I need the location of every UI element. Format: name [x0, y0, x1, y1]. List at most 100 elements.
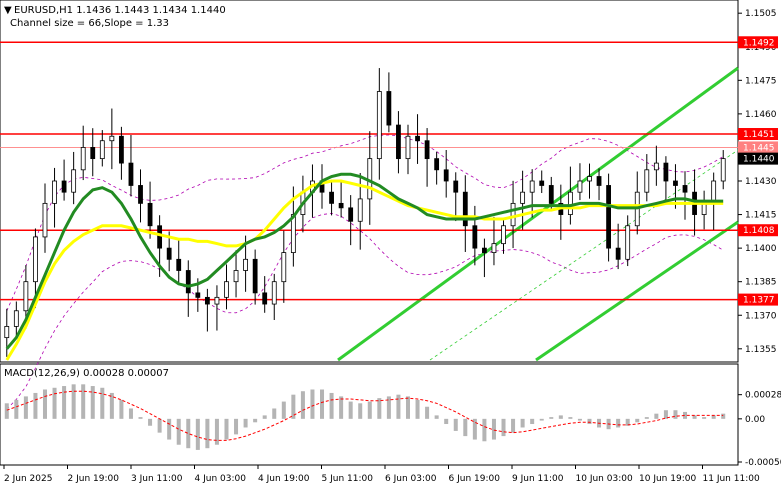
macd-bar [377, 398, 382, 419]
candle-body [443, 169, 449, 182]
candle-body [682, 185, 688, 193]
macd-bar [434, 415, 439, 419]
macd-bar [501, 418, 506, 437]
x-tick-label: 3 Jun 11:00 [131, 474, 183, 484]
macd-bar [128, 408, 133, 419]
macd-tick-label: 0.00 [745, 415, 765, 425]
candle-body [128, 162, 134, 186]
macd-bar [577, 418, 582, 421]
macd-bar [549, 417, 554, 419]
y-tick-label: 1.1475 [745, 76, 777, 86]
macd-bar [405, 396, 410, 419]
x-tick-label: 11 Jun 11:00 [703, 474, 760, 484]
macd-bar [176, 418, 181, 445]
candle-body [166, 247, 172, 260]
level-price-label: 1.1377 [743, 296, 775, 306]
candle-body [529, 180, 535, 193]
macd-bar [463, 418, 468, 437]
macd-bar [444, 418, 449, 425]
macd-bar [568, 417, 573, 419]
candle-body [453, 180, 459, 193]
macd-bar [320, 389, 325, 419]
candle-body [185, 270, 191, 294]
candle-body [243, 258, 248, 271]
candle-body [701, 202, 707, 215]
candle-body [33, 236, 38, 283]
candle-body [157, 225, 163, 249]
macd-bar [205, 418, 210, 449]
candle-body [596, 176, 602, 186]
price-axis: 1.15051.14901.14751.14601.14301.14151.14… [738, 9, 778, 355]
y-tick-label: 1.1430 [745, 177, 777, 187]
macd-bar [4, 403, 9, 419]
macd-bar [453, 418, 458, 431]
candle-body [625, 225, 631, 260]
candle-body [415, 135, 420, 142]
macd-bar [558, 415, 563, 419]
candle-body [4, 326, 10, 339]
x-tick-label: 6 Jun 03:00 [385, 474, 437, 484]
symbol-header: EURUSD,H1 1.1436 1.1443 1.1434 1.1440 [14, 5, 226, 16]
x-tick-label: 2 Jun 19:00 [68, 474, 120, 484]
candle-body [147, 202, 153, 227]
macd-bar [90, 386, 95, 419]
candle-body [176, 258, 182, 271]
chart-canvas: 1.15051.14901.14751.14601.14301.14151.14… [0, 0, 781, 484]
candle-body [615, 247, 621, 260]
candle-body [119, 135, 124, 164]
candle-body [42, 202, 48, 238]
macd-bar [100, 387, 105, 419]
candle-body [376, 91, 382, 160]
candle-body [386, 91, 392, 126]
macd-label: MACD(12,26,9) 0.00028 0.00007 [4, 368, 169, 379]
y-tick-label: 1.1505 [745, 9, 777, 19]
candle-body [204, 296, 210, 305]
candle-body [224, 281, 229, 298]
candle-body [577, 180, 583, 193]
candle-body [290, 214, 296, 253]
macd-bar [23, 396, 28, 419]
macd-bar [472, 418, 477, 440]
macd-bar [367, 401, 372, 419]
macd-tick-label: 0.00028 [745, 391, 781, 401]
candle-body [23, 281, 29, 312]
macd-bar [243, 418, 248, 428]
macd-bar [157, 418, 162, 433]
candle-body [52, 180, 57, 204]
y-tick-label: 1.1370 [745, 311, 777, 321]
y-tick-label: 1.1355 [745, 345, 777, 355]
candle-body [281, 252, 287, 283]
candle-body [80, 147, 86, 171]
time-axis: 2 Jun 2025 2 Jun 19:00 3 Jun 11:00 4 Jun 03… [3, 465, 760, 484]
macd-bar [214, 418, 219, 445]
candle-body [606, 185, 611, 249]
macd-bar [310, 389, 315, 419]
candle-body [720, 158, 726, 182]
candle-body [510, 202, 516, 227]
candle-body [673, 180, 678, 186]
macd-bar [530, 418, 535, 425]
candle-body [71, 169, 77, 193]
macd-bar [482, 418, 487, 442]
candle-body [357, 198, 363, 222]
candle-body [396, 124, 401, 160]
candle-body [501, 225, 506, 245]
macd-bar [348, 401, 353, 419]
collapse-triangle-icon[interactable]: ▼ [4, 5, 12, 16]
candle-body [252, 258, 258, 294]
macd-bar [234, 418, 239, 435]
candle-body [491, 243, 497, 253]
level-price-label: 1.1451 [743, 130, 775, 140]
macd-bar [635, 418, 640, 423]
candle-body [520, 191, 526, 204]
macd-bar [272, 408, 277, 419]
candle-body [329, 191, 334, 204]
candle-body [271, 281, 277, 305]
candle-body [338, 202, 344, 209]
candle-body [214, 296, 220, 305]
macd-bar [673, 410, 678, 419]
macd-bar [253, 418, 258, 423]
macd-bar [654, 413, 659, 419]
candle-body [262, 292, 268, 305]
macd-bar [224, 418, 229, 440]
